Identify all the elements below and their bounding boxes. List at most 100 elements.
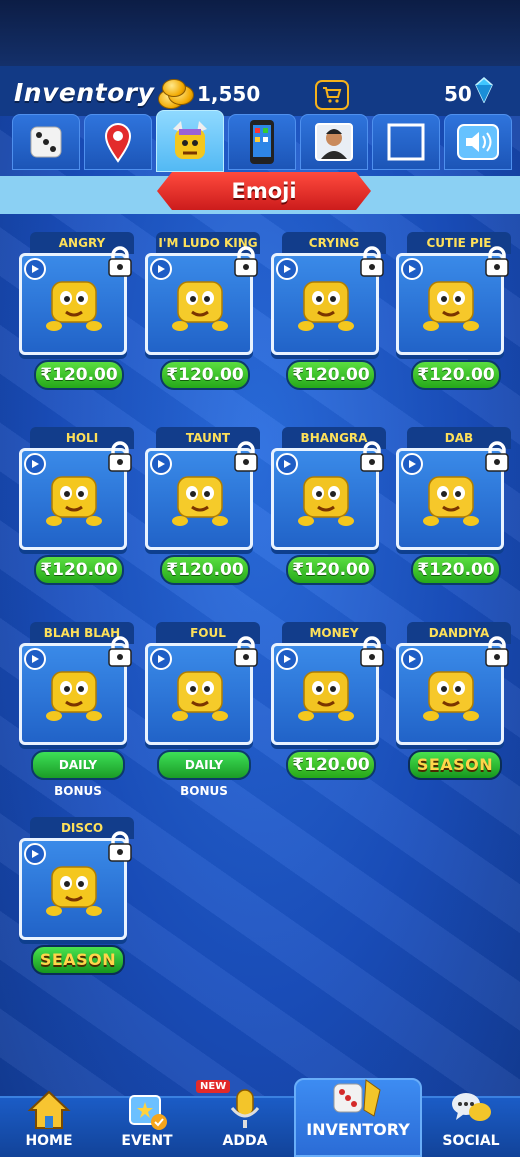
tab-sound[interactable] xyxy=(444,114,512,170)
price-button[interactable]: ₹120.00 xyxy=(160,555,250,585)
emoji-preview[interactable] xyxy=(19,636,132,745)
lock-icon xyxy=(485,441,509,472)
emoji-character-icon xyxy=(423,281,479,331)
play-preview-icon[interactable] xyxy=(150,258,172,280)
emoji-item[interactable]: MONEY ₹120.00 xyxy=(270,622,394,800)
emoji-character-icon xyxy=(298,671,354,721)
play-icon xyxy=(158,460,165,468)
price-button[interactable]: ₹120.00 xyxy=(34,555,124,585)
lock-icon xyxy=(485,636,509,667)
emoji-character-icon xyxy=(298,281,354,331)
emoji-item[interactable]: CRYING ₹120.00 xyxy=(270,232,394,410)
emoji-character-icon xyxy=(46,671,102,721)
season-button[interactable]: SEASON xyxy=(408,750,502,780)
section-title: Emoji xyxy=(231,179,297,203)
play-preview-icon[interactable] xyxy=(24,843,46,865)
emoji-preview[interactable] xyxy=(145,246,258,355)
tab-dice[interactable] xyxy=(12,114,80,170)
emoji-item[interactable]: FOUL DAILY BONUS xyxy=(144,622,268,800)
status-bar-area xyxy=(0,0,520,66)
gem-balance: 50 xyxy=(444,82,472,106)
play-preview-icon[interactable] xyxy=(276,258,298,280)
nav-home-label: HOME xyxy=(25,1133,73,1149)
new-badge: NEW xyxy=(196,1080,231,1093)
lock-icon xyxy=(108,831,132,862)
tab-frame[interactable] xyxy=(372,114,440,170)
coin-stack-icon xyxy=(156,79,194,109)
gem-icon xyxy=(475,77,493,103)
price-button[interactable]: ₹120.00 xyxy=(286,750,376,780)
emoji-preview[interactable] xyxy=(145,441,258,550)
microphone-icon xyxy=(230,1089,260,1128)
daily-bonus-button[interactable]: DAILY BONUS xyxy=(31,750,125,798)
price-button[interactable]: ₹120.00 xyxy=(34,360,124,390)
season-button[interactable]: SEASON xyxy=(31,945,125,975)
shop-cart-button[interactable] xyxy=(315,80,349,110)
emoji-item[interactable]: BHANGRA ₹120.00 xyxy=(270,427,394,605)
emoji-item[interactable]: DANDIYA SEASON xyxy=(395,622,519,800)
phone-icon xyxy=(250,120,274,164)
play-preview-icon[interactable] xyxy=(24,453,46,475)
emoji-preview[interactable] xyxy=(271,441,384,550)
play-preview-icon[interactable] xyxy=(150,453,172,475)
emoji-item[interactable]: I'M LUDO KING ₹120.00 xyxy=(144,232,268,410)
emoji-preview[interactable] xyxy=(19,831,132,940)
frame-icon xyxy=(387,123,425,161)
emoji-item[interactable]: DAB ₹120.00 xyxy=(395,427,519,605)
emoji-preview[interactable] xyxy=(396,246,509,355)
cart-icon xyxy=(323,87,342,103)
nav-adda-label: ADDA xyxy=(222,1133,268,1149)
price-button[interactable]: ₹120.00 xyxy=(286,555,376,585)
daily-bonus-button[interactable]: DAILY BONUS xyxy=(157,750,251,798)
emoji-item[interactable]: TAUNT ₹120.00 xyxy=(144,427,268,605)
nav-adda[interactable]: ADDA xyxy=(196,1089,294,1157)
price-button[interactable]: ₹120.00 xyxy=(411,555,501,585)
nav-social-label: SOCIAL xyxy=(442,1133,500,1149)
coin-balance: 1,550 xyxy=(197,82,261,106)
emoji-item[interactable]: ANGRY ₹120.00 xyxy=(18,232,142,410)
nav-event[interactable]: EVENT xyxy=(98,1095,196,1157)
play-preview-icon[interactable] xyxy=(401,648,423,670)
play-preview-icon[interactable] xyxy=(24,648,46,670)
emoji-preview[interactable] xyxy=(396,441,509,550)
emoji-preview[interactable] xyxy=(19,246,132,355)
emoji-preview[interactable] xyxy=(271,636,384,745)
play-preview-icon[interactable] xyxy=(24,258,46,280)
inventory-icon xyxy=(333,1079,381,1117)
play-preview-icon[interactable] xyxy=(401,258,423,280)
tab-phone[interactable] xyxy=(228,114,296,170)
emoji-preview[interactable] xyxy=(19,441,132,550)
price-button[interactable]: ₹120.00 xyxy=(160,360,250,390)
nav-home[interactable]: HOME xyxy=(0,1090,98,1157)
section-banner: Emoji xyxy=(157,172,371,210)
play-icon xyxy=(284,655,291,663)
price-button[interactable]: ₹120.00 xyxy=(411,360,501,390)
lock-icon xyxy=(108,636,132,667)
lock-icon xyxy=(360,246,384,277)
nav-social[interactable]: SOCIAL xyxy=(422,1093,520,1157)
play-preview-icon[interactable] xyxy=(276,453,298,475)
play-preview-icon[interactable] xyxy=(401,453,423,475)
nav-inventory-label: INVENTORY xyxy=(306,1120,410,1139)
emoji-preview[interactable] xyxy=(396,636,509,745)
emoji-character-icon xyxy=(172,476,228,526)
play-preview-icon[interactable] xyxy=(150,648,172,670)
play-preview-icon[interactable] xyxy=(276,648,298,670)
home-icon xyxy=(27,1090,71,1129)
price-button[interactable]: ₹120.00 xyxy=(286,360,376,390)
emoji-character-icon xyxy=(46,866,102,916)
emoji-item[interactable]: HOLI ₹120.00 xyxy=(18,427,142,605)
nav-inventory[interactable]: INVENTORY xyxy=(294,1078,422,1157)
emoji-item[interactable]: BLAH BLAH DAILY BONUS xyxy=(18,622,142,800)
tab-avatar[interactable] xyxy=(300,114,368,170)
tab-emoji[interactable] xyxy=(156,110,224,172)
lock-icon xyxy=(360,636,384,667)
emoji-preview[interactable] xyxy=(145,636,258,745)
nav-event-label: EVENT xyxy=(121,1133,173,1149)
emoji-preview[interactable] xyxy=(271,246,384,355)
emoji-icon xyxy=(173,121,207,159)
play-icon xyxy=(158,265,165,273)
tab-pin[interactable] xyxy=(84,114,152,170)
emoji-item[interactable]: DISCO SEASON xyxy=(18,817,142,995)
emoji-item[interactable]: CUTIE PIE ₹120.00 xyxy=(395,232,519,410)
